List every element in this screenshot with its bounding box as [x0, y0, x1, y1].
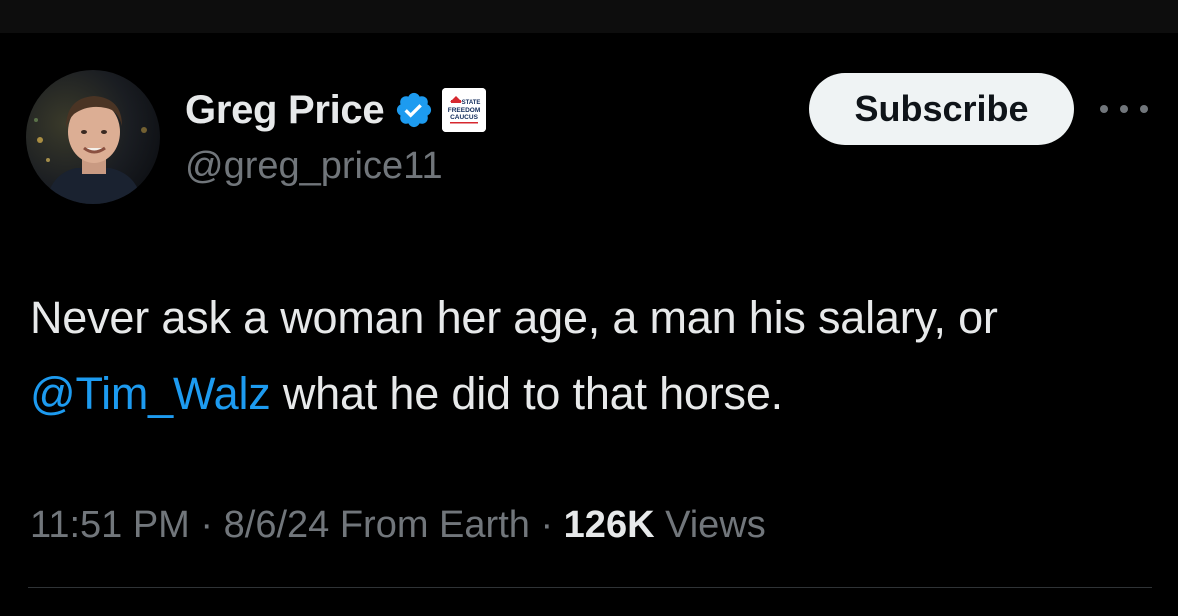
more-dot	[1140, 105, 1148, 113]
subscribe-button[interactable]: Subscribe	[809, 73, 1074, 145]
divider	[28, 587, 1152, 588]
top-bar	[0, 0, 1178, 33]
author-name-row: Greg Price STATE FREEDOM CAUCUS	[185, 84, 487, 136]
tweet-text-part1: Never ask a woman her age, a man his sal…	[30, 292, 998, 343]
author-display-name[interactable]: Greg Price	[185, 84, 385, 136]
tweet-text-part2: what he did to that horse.	[270, 368, 783, 419]
avatar-photo	[26, 70, 160, 204]
affiliate-badge-line1: STATE	[462, 100, 481, 106]
affiliate-badge-icon[interactable]: STATE FREEDOM CAUCUS	[442, 88, 487, 132]
affiliate-badge-line3: CAUCUS	[450, 114, 478, 121]
verified-badge-icon[interactable]	[394, 90, 434, 130]
tweet-text: Never ask a woman her age, a man his sal…	[30, 280, 1160, 432]
mention-link[interactable]: @Tim_Walz	[30, 368, 271, 419]
author-handle[interactable]: @greg_price11	[185, 142, 443, 190]
tweet-metadata: 11:51 PM · 8/6/24 From Earth · 126K View…	[30, 500, 766, 550]
more-dot	[1120, 105, 1128, 113]
meta-separator: ·	[540, 504, 554, 546]
views-label[interactable]: Views	[665, 504, 766, 546]
affiliate-badge-line2: FREEDOM	[448, 107, 481, 114]
meta-separator: ·	[200, 504, 214, 546]
avatar[interactable]	[26, 70, 160, 204]
tweet-date[interactable]: 8/6/24	[224, 504, 330, 546]
more-dot	[1100, 105, 1108, 113]
tweet-location: From Earth	[339, 504, 530, 546]
tweet-time[interactable]: 11:51 PM	[30, 504, 190, 546]
more-horizontal-icon[interactable]	[1100, 95, 1148, 123]
views-count[interactable]: 126K	[564, 504, 655, 546]
